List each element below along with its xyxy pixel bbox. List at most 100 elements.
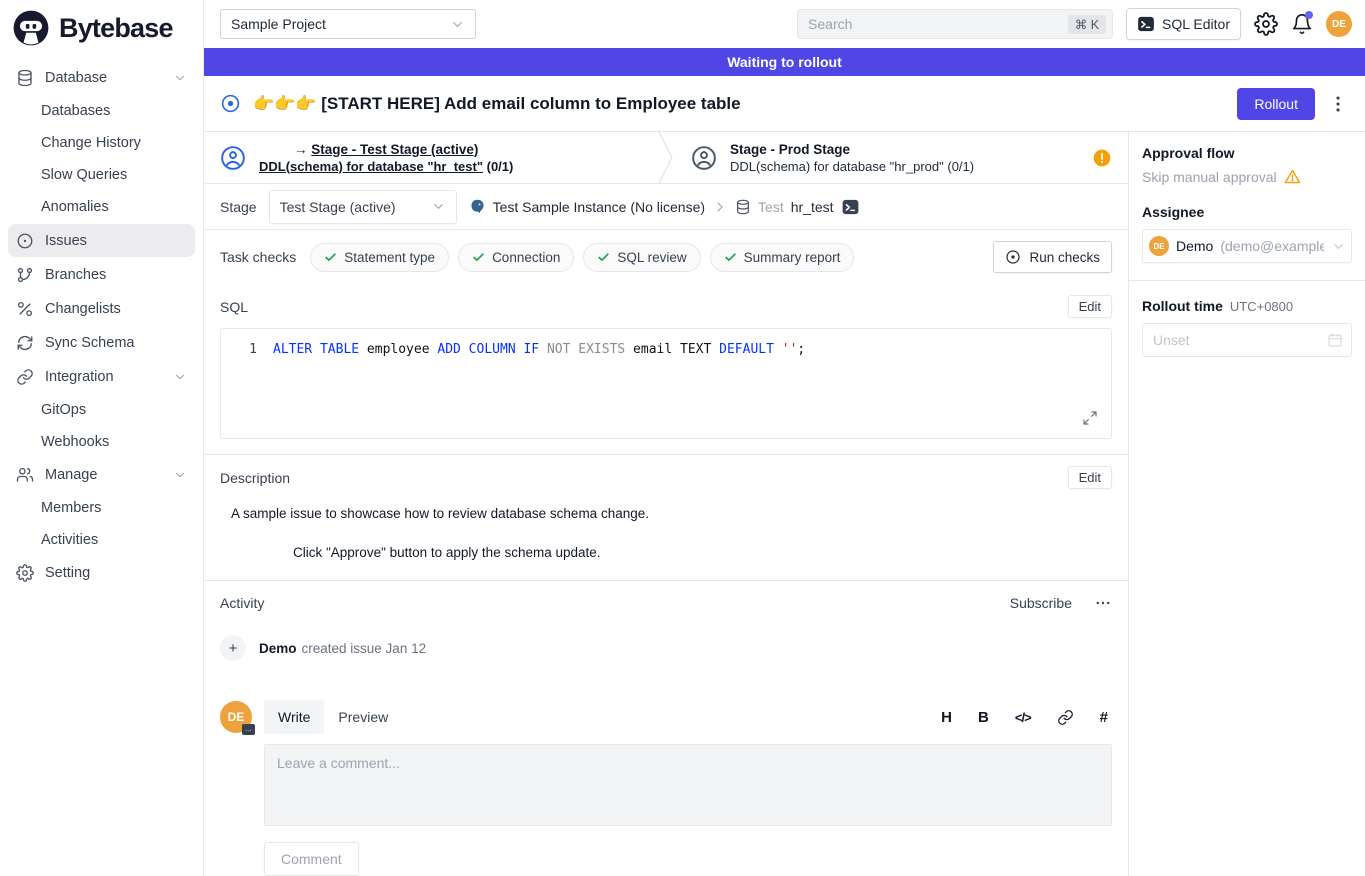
sidebar-item-issues[interactable]: Issues xyxy=(8,224,195,257)
database-icon xyxy=(735,199,751,215)
sql-edit-button[interactable]: Edit xyxy=(1068,295,1112,318)
chevron-down-icon xyxy=(173,71,187,85)
database-name[interactable]: hr_test xyxy=(791,199,834,215)
sidebar-item-label: Members xyxy=(41,500,101,516)
hash-icon[interactable]: # xyxy=(1100,709,1108,726)
comment-input[interactable] xyxy=(264,744,1112,826)
sidebar-item-sync-schema[interactable]: Sync Schema xyxy=(0,326,203,360)
rollout-button[interactable]: Rollout xyxy=(1237,88,1315,120)
stage-select-label: Stage xyxy=(220,199,257,215)
sidebar-item-label: Changelists xyxy=(45,301,121,317)
topbar: Sample Project ⌘ K SQL Editor DE xyxy=(204,0,1365,48)
settings-gear-icon[interactable] xyxy=(1254,12,1278,36)
stage-card-prod[interactable]: Stage - Prod Stage DDL(schema) for datab… xyxy=(675,132,1128,183)
kebab-menu-icon[interactable] xyxy=(1327,93,1349,115)
sidebar-item-setting[interactable]: Setting xyxy=(0,556,203,590)
sql-editor-button[interactable]: SQL Editor xyxy=(1126,8,1241,40)
sidebar-item-branches[interactable]: Branches xyxy=(0,258,203,292)
project-select[interactable]: Sample Project xyxy=(220,9,476,39)
chevron-down-icon xyxy=(173,468,187,482)
sql-editor[interactable]: 1 ALTER TABLE employee ADD COLUMN IF NOT… xyxy=(220,328,1112,439)
sidebar-item-slow-queries[interactable]: Slow Queries xyxy=(0,159,203,191)
issue-sidebar: Approval flow Skip manual approval Assig… xyxy=(1128,132,1365,876)
sidebar-item-label: Database xyxy=(45,70,107,86)
assignee-label: Assignee xyxy=(1142,204,1352,220)
environment-name: Test xyxy=(758,199,784,215)
activity-event: + Democreated issue Jan 12 xyxy=(204,614,1128,661)
sidebar-item-label: Integration xyxy=(45,369,114,385)
notifications-bell[interactable] xyxy=(1291,13,1313,35)
sidebar-item-changelists[interactable]: Changelists xyxy=(0,292,203,326)
sidebar-item-activities[interactable]: Activities xyxy=(0,524,203,556)
current-stage-arrow: → xyxy=(294,142,308,157)
search-box[interactable]: ⌘ K xyxy=(797,9,1113,39)
search-input[interactable] xyxy=(808,16,1068,32)
expand-icon[interactable] xyxy=(1082,410,1098,426)
stage-task: DDL(schema) for database "hr_test" xyxy=(259,159,483,174)
status-banner-text: Waiting to rollout xyxy=(727,54,842,70)
assignee-avatar: DE xyxy=(1149,236,1169,256)
subscribe-button[interactable]: Subscribe xyxy=(1010,595,1072,611)
person-circle-icon xyxy=(220,145,246,171)
issue-content: → Stage - Test Stage (active) DDL(schema… xyxy=(204,132,1128,876)
database-icon xyxy=(16,69,34,87)
chevron-down-icon xyxy=(1331,239,1346,254)
tab-preview[interactable]: Preview xyxy=(324,700,402,734)
check-pill-summary-report[interactable]: Summary report xyxy=(710,243,855,272)
run-checks-button[interactable]: Run checks xyxy=(993,241,1112,273)
database-breadcrumb: Test Sample Instance (No license) Test h… xyxy=(469,198,860,216)
issue-status-icon xyxy=(220,93,241,114)
rollout-time-label: Rollout time xyxy=(1142,298,1223,314)
warning-circle-icon xyxy=(1092,148,1112,168)
sidebar-item-webhooks[interactable]: Webhooks xyxy=(0,426,203,458)
check-pill-sql-review[interactable]: SQL review xyxy=(583,243,700,272)
sidebar-item-database[interactable]: Database xyxy=(0,61,203,95)
open-sql-editor-icon[interactable] xyxy=(841,198,860,216)
sidebar-item-label: Webhooks xyxy=(41,434,109,450)
rollout-time-field xyxy=(1142,323,1352,357)
stage-card-test[interactable]: → Stage - Test Stage (active) DDL(schema… xyxy=(204,132,657,183)
assignee-select[interactable]: DE Demo (demo@example xyxy=(1142,229,1352,263)
check-pill-statement-type[interactable]: Statement type xyxy=(310,243,449,272)
ellipsis-menu-icon[interactable] xyxy=(1094,594,1112,612)
task-checks-row: Task checks Statement type Connection SQ… xyxy=(204,230,1128,284)
link-icon[interactable] xyxy=(1057,709,1074,726)
sidebar-item-manage[interactable]: Manage xyxy=(0,458,203,492)
user-avatar[interactable]: DE xyxy=(1326,11,1352,37)
tab-write[interactable]: Write xyxy=(264,700,324,734)
check-icon xyxy=(472,251,485,264)
sidebar-item-label: Setting xyxy=(45,565,90,581)
sidebar-item-change-history[interactable]: Change History xyxy=(0,127,203,159)
stage-task: DDL(schema) for database "hr_prod" xyxy=(730,159,944,174)
check-pill-label: Summary report xyxy=(744,250,841,265)
sidebar-item-label: GitOps xyxy=(41,402,86,418)
code-icon[interactable]: </> xyxy=(1015,710,1031,725)
rollout-time-input[interactable] xyxy=(1142,323,1352,357)
check-pill-connection[interactable]: Connection xyxy=(458,243,574,272)
sidebar-item-members[interactable]: Members xyxy=(0,492,203,524)
format-toolbar: H B </> # xyxy=(941,709,1112,726)
instance-name[interactable]: Test Sample Instance (No license) xyxy=(493,199,705,215)
task-checks-label: Task checks xyxy=(220,249,296,265)
description-edit-button[interactable]: Edit xyxy=(1068,466,1112,489)
pencil-ruler-icon xyxy=(16,300,34,318)
git-branch-icon xyxy=(16,266,34,284)
search-shortcut-kbd: ⌘ K xyxy=(1068,15,1106,34)
check-pill-label: Connection xyxy=(492,250,560,265)
bold-icon[interactable]: B xyxy=(978,709,989,726)
stage-select[interactable]: Test Stage (active) xyxy=(269,190,457,224)
link-icon xyxy=(16,368,34,386)
sql-label: SQL xyxy=(220,299,248,315)
bytebase-logo[interactable]: Bytebase xyxy=(0,0,203,55)
activity-header: Activity Subscribe xyxy=(204,581,1128,614)
sidebar-item-anomalies[interactable]: Anomalies xyxy=(0,191,203,223)
sidebar-item-integration[interactable]: Integration xyxy=(0,360,203,394)
sidebar-item-gitops[interactable]: GitOps xyxy=(0,394,203,426)
activity-event-actor: Demo xyxy=(259,641,297,656)
comment-submit-button[interactable]: Comment xyxy=(264,842,359,876)
check-icon xyxy=(597,251,610,264)
comment-editor: DE … Write Preview H B </> # xyxy=(204,661,1128,876)
heading-icon[interactable]: H xyxy=(941,709,952,726)
sidebar-item-databases[interactable]: Databases xyxy=(0,95,203,127)
sidebar-item-label: Anomalies xyxy=(41,199,109,215)
